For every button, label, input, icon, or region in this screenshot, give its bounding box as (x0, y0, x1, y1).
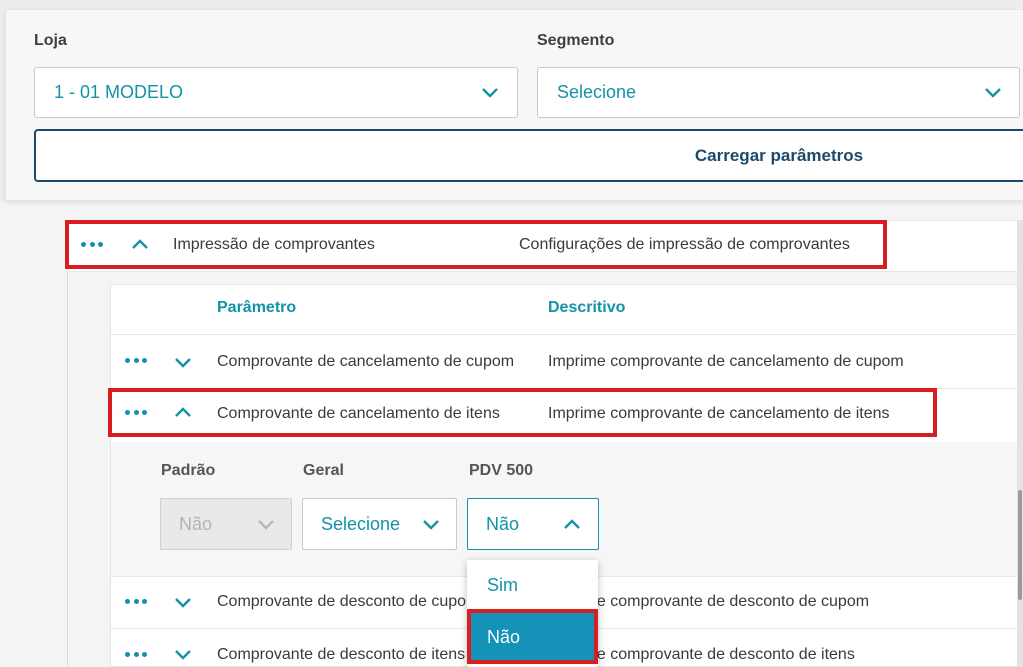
loja-label: Loja (34, 32, 67, 49)
table-row-param: Comprovante de desconto de cupom (217, 593, 480, 610)
column-header-parametro: Parâmetro (217, 299, 297, 316)
chevron-up-icon (563, 515, 581, 533)
more-options-icon[interactable] (125, 597, 147, 605)
chevron-down-icon (481, 84, 499, 102)
geral-label: Geral (303, 462, 344, 479)
segmento-label: Segmento (537, 32, 615, 49)
chevron-down-icon[interactable] (174, 594, 192, 612)
chevron-down-icon (984, 84, 1002, 102)
loja-select-value: 1 - 01 MODELO (54, 82, 184, 102)
chevron-down-icon (257, 516, 275, 534)
chevron-down-icon[interactable] (174, 646, 192, 664)
padrao-select-value: Não (179, 513, 213, 534)
highlight-box-row (108, 388, 937, 437)
segmento-select[interactable]: Selecione (537, 67, 1020, 118)
table-row-desc: Imprime comprovante de cancelamento de c… (548, 353, 904, 370)
more-options-icon[interactable] (125, 356, 147, 364)
dropdown-option-sim[interactable]: Sim (467, 560, 598, 610)
tree-connector-line (67, 268, 68, 667)
table-divider (111, 334, 1023, 335)
more-options-icon[interactable] (125, 650, 147, 658)
segmento-select-value: Selecione (557, 82, 637, 102)
pdv-select[interactable]: Não (467, 498, 599, 550)
highlight-box-group (65, 220, 887, 269)
pdv-label: PDV 500 (469, 462, 534, 479)
load-parameters-button[interactable]: Carregar parâmetros (34, 129, 1023, 182)
geral-select-value: Selecione (321, 513, 401, 534)
table-row-param: Comprovante de desconto de itens (217, 646, 466, 663)
column-header-descritivo: Descritivo (548, 299, 626, 316)
chevron-down-icon[interactable] (174, 354, 192, 372)
pdv-select-value: Não (486, 513, 520, 534)
table-row-param: Comprovante de cancelamento de cupom (217, 353, 515, 370)
chevron-down-icon (422, 516, 440, 534)
padrao-select: Não (160, 498, 292, 550)
loja-select[interactable]: 1 - 01 MODELO (34, 67, 518, 118)
padrao-label: Padrão (161, 462, 216, 479)
geral-select[interactable]: Selecione (302, 498, 457, 550)
highlight-box-option (467, 609, 598, 664)
scrollbar-thumb[interactable] (1018, 490, 1022, 600)
